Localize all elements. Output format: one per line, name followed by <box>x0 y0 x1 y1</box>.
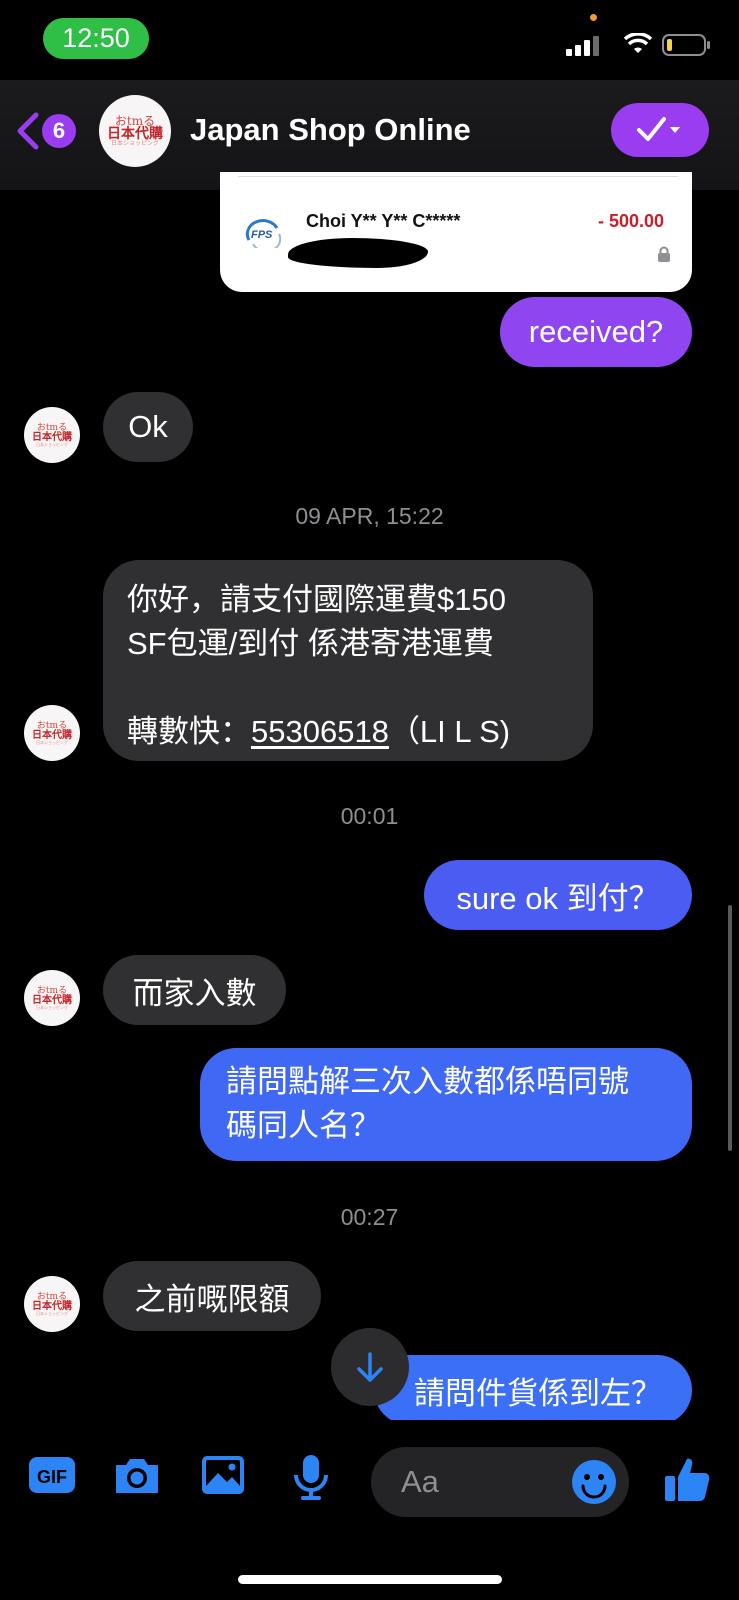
logo-text: 日本代購 <box>32 994 72 1006</box>
incoming-message[interactable]: 而家入數 <box>103 955 286 1025</box>
logo-text: 日本ショッピング <box>36 441 68 447</box>
emoji-icon <box>572 1460 616 1504</box>
message-text: 之前嘅限額 <box>134 1281 290 1317</box>
outgoing-message[interactable]: 請問件貨係到左？ <box>374 1355 692 1425</box>
gallery-button[interactable] <box>200 1453 246 1502</box>
timestamp: 00:01 <box>340 803 399 829</box>
microphone-icon <box>294 1455 328 1500</box>
chat-options-button[interactable] <box>611 103 709 157</box>
incoming-message[interactable]: 你好，請支付國際運費$150 SF包運/到付 係港寄港運費 轉數快：553065… <box>103 560 593 761</box>
cellular-signal-icon <box>566 36 599 56</box>
contact-avatar-small[interactable]: おtmる 日本代購 日本ショッピング <box>24 1276 80 1332</box>
logo-text: 日本代購 <box>32 431 72 443</box>
scrollbar[interactable] <box>728 905 732 1151</box>
voice-button[interactable] <box>292 1453 330 1506</box>
camera-button[interactable] <box>112 1453 162 1502</box>
logo-text: 日本ショッピング <box>36 1310 68 1316</box>
message-text: 你好，請支付國際運費$150 <box>127 582 506 617</box>
contact-avatar-small[interactable]: おtmる 日本代購 日本ショッピング <box>24 705 80 761</box>
gif-icon: GIF <box>29 1457 75 1493</box>
message-text: sure ok 到付？ <box>456 880 660 916</box>
battery-icon <box>662 34 710 56</box>
fps-number-link[interactable]: 55306518 <box>251 714 389 749</box>
message-text: received? <box>528 314 664 349</box>
gif-button[interactable]: GIF <box>28 1453 76 1502</box>
message-text: 而家入數 <box>132 975 257 1011</box>
outgoing-message[interactable]: sure ok 到付？ <box>424 860 692 930</box>
status-time: 12:50 <box>43 18 149 59</box>
fps-logo-text: FPS <box>251 229 273 241</box>
camera-icon <box>116 1459 158 1493</box>
logo-text: 日本代購 <box>32 729 72 741</box>
message-text-line: 轉數快：55306518（LI L S) <box>127 710 569 754</box>
scroll-to-bottom-button[interactable] <box>331 1328 409 1406</box>
payment-amount: - 500.00 <box>598 211 665 231</box>
timestamp: 00:27 <box>340 1204 399 1230</box>
wifi-icon <box>624 33 652 53</box>
home-indicator[interactable] <box>238 1575 502 1584</box>
card-divider <box>238 176 678 177</box>
timestamp: 09 APR, 15:22 <box>295 503 444 529</box>
emoji-button[interactable] <box>571 1459 617 1510</box>
incoming-message[interactable]: Ok <box>103 392 193 462</box>
check-dropdown-icon <box>637 117 680 141</box>
contact-avatar-small[interactable]: おtmる 日本代購 日本ショッピング <box>24 970 80 1026</box>
incoming-message[interactable]: 之前嘅限額 <box>103 1261 321 1331</box>
message-text: 請問件貨係到左？ <box>414 1375 662 1411</box>
back-button[interactable]: 6 <box>14 112 76 150</box>
contact-avatar-small[interactable]: おtmる 日本代購 日本ショッピング <box>24 407 80 463</box>
logo-text: 日本代購 <box>32 1300 72 1312</box>
like-button[interactable] <box>664 1455 710 1508</box>
privacy-indicator-dot <box>590 14 597 21</box>
unread-count-badge: 6 <box>42 114 76 148</box>
thumbs-up-icon <box>665 1458 710 1501</box>
arrow-down-icon <box>357 1352 383 1382</box>
payment-receipt-image[interactable] <box>220 172 692 292</box>
lock-icon <box>658 246 670 262</box>
message-text: Ok <box>128 409 168 444</box>
outgoing-message[interactable]: 請問點解三次入數都係唔同號 碼同人名？ <box>200 1048 692 1161</box>
message-text: 請問點解三次入數都係唔同號 <box>226 1064 629 1099</box>
contact-avatar[interactable]: おtmる 日本代購 日本ショッピング <box>99 95 171 167</box>
fps-logo-icon: FPS <box>245 219 281 248</box>
logo-text: 日本ショッピング <box>36 739 68 745</box>
input-placeholder: Aa <box>401 1464 439 1499</box>
logo-text: 日本ショッピング <box>110 141 159 147</box>
outgoing-message[interactable]: received? <box>500 297 692 367</box>
composer-bar <box>0 1420 739 1600</box>
chevron-left-icon <box>17 112 39 150</box>
image-icon <box>202 1456 244 1494</box>
logo-text: 日本ショッピング <box>36 1004 68 1010</box>
logo-text: 日本代購 <box>107 126 163 142</box>
message-text: SF包運/到付 係港寄港運費 <box>127 626 494 661</box>
message-text: 碼同人名？ <box>226 1108 381 1143</box>
message-text: 轉數快： <box>127 714 251 749</box>
redaction-mark <box>288 238 428 268</box>
contact-name[interactable]: Japan Shop Online <box>190 112 471 148</box>
message-text: （LI L S) <box>388 714 511 749</box>
svg-text:GIF: GIF <box>37 1467 67 1487</box>
payee-name: Choi Y** Y** C***** <box>306 211 461 231</box>
